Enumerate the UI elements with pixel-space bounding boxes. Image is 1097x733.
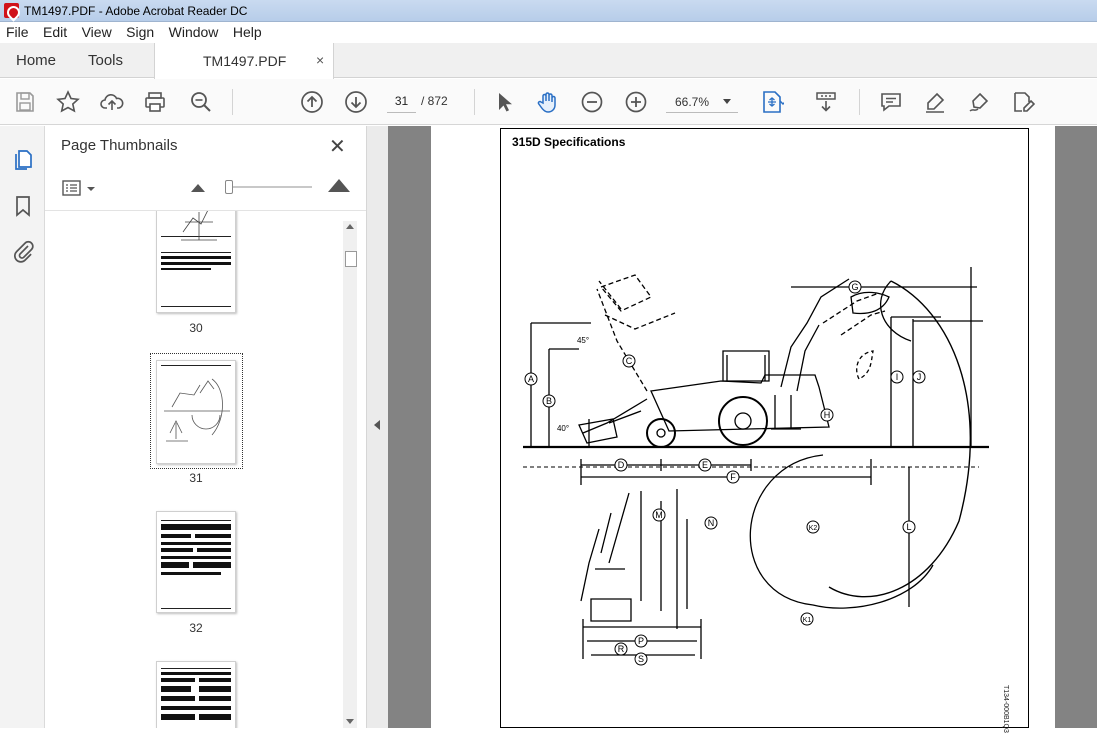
dim-label-d: D (618, 460, 625, 470)
figure-code: T134-000B1Q3 (1002, 685, 1009, 733)
previous-page-icon[interactable] (300, 90, 324, 114)
dim-label-a: A (528, 374, 534, 384)
save-icon[interactable] (13, 90, 37, 114)
dim-label-i: I (896, 372, 899, 382)
zoom-value: 66.7% (675, 95, 710, 109)
highlight-icon[interactable] (923, 90, 947, 114)
scroll-mode-icon[interactable] (814, 90, 838, 114)
zoom-in-icon[interactable] (624, 90, 648, 114)
dim-label-m: M (655, 510, 663, 520)
dim-label-e: E (702, 460, 708, 470)
scrollbar-thumb[interactable] (345, 251, 357, 267)
dim-label-j: J (917, 372, 922, 382)
panel-title: Page Thumbnails (61, 137, 178, 154)
tab-document[interactable]: TM1497.PDF × (154, 43, 334, 79)
thumbnails-panel: Page Thumbnails ✕ 30 31 32 (45, 126, 367, 728)
thumbnail-size-slider[interactable] (228, 186, 312, 188)
thumbnail-larger-icon[interactable] (328, 179, 350, 192)
tab-document-label: TM1497.PDF (203, 53, 287, 69)
thumbnail-page[interactable] (156, 661, 236, 728)
bookmarks-icon[interactable] (11, 194, 35, 218)
thumbnail-page[interactable] (156, 211, 236, 313)
acrobat-app-icon (4, 3, 19, 18)
slider-handle[interactable] (225, 180, 233, 194)
navigation-rail (0, 126, 45, 728)
fill-sign-icon[interactable] (1011, 90, 1036, 114)
zoom-select[interactable]: 66.7% (666, 89, 738, 113)
comment-icon[interactable] (879, 90, 903, 114)
document-viewer[interactable]: 315D Specifications A B C D E F G H I J … (388, 126, 1097, 733)
select-arrow-icon[interactable] (492, 90, 516, 114)
backhoe-dimension-diagram: A B C D E F G H I J K2 K1 L M N P R S 45… (523, 267, 989, 666)
dim-label-h: H (824, 410, 831, 420)
dim-label-g: G (851, 282, 858, 292)
tab-home[interactable]: Home (16, 52, 56, 69)
thumbnail-options-button[interactable] (62, 180, 98, 198)
page-total: / 872 (421, 94, 448, 108)
tab-bar: Home Tools TM1497.PDF × (0, 43, 1097, 79)
thumbnail-smaller-icon[interactable] (191, 184, 205, 192)
menu-file[interactable]: File (2, 22, 33, 40)
thumbnail-page-number: 32 (189, 621, 203, 635)
next-page-icon[interactable] (344, 90, 368, 114)
dim-label-k2: K2 (809, 525, 818, 532)
menu-help[interactable]: Help (229, 22, 266, 40)
thumbnail-page-number: 30 (189, 321, 203, 335)
dim-label-c: C (626, 356, 633, 366)
dim-label-f: F (730, 472, 736, 482)
angle-label-40: 40° (557, 424, 569, 433)
toolbar: 31 / 872 66.7% (0, 79, 1097, 125)
panel-collapse-handle[interactable] (367, 126, 388, 728)
menu-window[interactable]: Window (165, 22, 223, 40)
pdf-page: 315D Specifications A B C D E F G H I J … (431, 126, 1055, 733)
zoom-out-icon[interactable] (580, 90, 604, 114)
close-panel-button[interactable]: ✕ (329, 134, 346, 159)
page-thumbnails-icon[interactable] (11, 148, 35, 172)
menu-bar: File Edit View Sign Window Help (0, 22, 1097, 43)
menu-sign[interactable]: Sign (122, 22, 158, 40)
print-icon[interactable] (143, 90, 167, 114)
menu-edit[interactable]: Edit (39, 22, 71, 40)
search-zoom-icon[interactable] (189, 90, 213, 114)
thumbnail-page-selected[interactable] (156, 360, 236, 464)
thumbnail-page[interactable] (156, 511, 236, 613)
menu-view[interactable]: View (78, 22, 116, 40)
dim-label-l: L (906, 522, 911, 532)
thumbnail-page-number: 31 (189, 471, 203, 485)
tab-tools[interactable]: Tools (88, 52, 123, 69)
scroll-down-icon[interactable] (346, 719, 354, 724)
sign-icon[interactable] (967, 90, 991, 114)
dim-label-k1: K1 (803, 617, 812, 624)
attachments-icon[interactable] (11, 239, 35, 263)
dim-label-b: B (546, 396, 552, 406)
page-frame: 315D Specifications A B C D E F G H I J … (500, 128, 1029, 733)
window-title: TM1497.PDF - Adobe Acrobat Reader DC (24, 4, 248, 18)
bookmark-star-icon[interactable] (56, 90, 80, 114)
scroll-up-icon[interactable] (346, 224, 354, 229)
title-bar: TM1497.PDF - Adobe Acrobat Reader DC (0, 0, 1097, 22)
dim-label-p: P (638, 636, 644, 646)
dim-label-r: R (618, 644, 625, 654)
page-number-input[interactable]: 31 (387, 89, 416, 113)
thumbnail-scrollbar[interactable] (343, 221, 357, 728)
chevron-down-icon (723, 99, 731, 104)
dim-label-s: S (638, 654, 644, 664)
angle-label-45: 45° (577, 336, 589, 345)
thumbnail-list: 30 31 32 (45, 211, 345, 728)
collapse-arrow-icon (374, 420, 380, 430)
dim-label-n: N (708, 518, 715, 528)
tab-close-button[interactable]: × (316, 52, 324, 68)
fit-page-icon[interactable] (760, 90, 787, 114)
upload-icon[interactable] (100, 90, 124, 114)
hand-tool-icon[interactable] (536, 90, 560, 114)
